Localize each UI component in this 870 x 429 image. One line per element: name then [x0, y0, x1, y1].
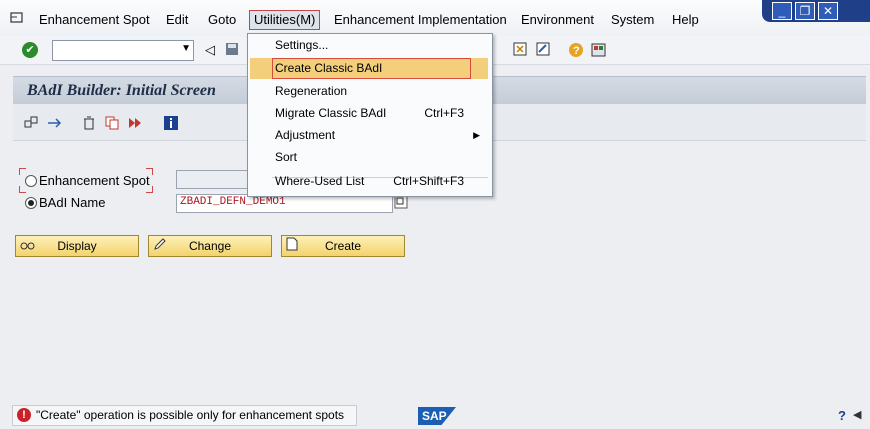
new-document-icon	[286, 237, 298, 257]
page-title: BAdI Builder: Initial Screen	[27, 82, 216, 99]
create-session-icon[interactable]	[535, 42, 551, 58]
menu-item-adjustment[interactable]: Adjustment ▶	[250, 125, 488, 146]
menu-item-label: Where-Used List	[275, 174, 365, 188]
enhancement-spot-radio[interactable]	[25, 175, 37, 187]
menu-enhancement-spot[interactable]: Enhancement Spot	[39, 12, 150, 28]
menu-item-settings[interactable]: Settings...	[250, 35, 488, 56]
window-controls: _ ❐ ✕	[762, 0, 870, 22]
enhancement-spot-field[interactable]	[176, 170, 258, 189]
minimize-icon[interactable]: _	[772, 2, 792, 20]
menu-item-migrate-classic-badi[interactable]: Migrate Classic BAdI Ctrl+F3	[250, 103, 488, 124]
menu-icon[interactable]	[10, 12, 24, 24]
menu-item-label: Create Classic BAdI	[272, 58, 472, 79]
menu-item-label: Settings...	[275, 38, 329, 52]
copy-icon[interactable]	[104, 115, 120, 131]
value-help-icon[interactable]	[394, 195, 408, 209]
menu-item-label: Sort	[275, 150, 298, 164]
utilities-dropdown: Settings... Create Classic BAdI Regenera…	[247, 33, 493, 197]
menu-item-shortcut: Ctrl+F3	[424, 106, 464, 120]
badi-name-radio[interactable]	[25, 197, 37, 209]
menu-edit[interactable]: Edit	[166, 12, 188, 28]
field-bracket	[19, 186, 26, 193]
menu-item-shortcut: Ctrl+Shift+F3	[393, 174, 464, 188]
restore-icon[interactable]: ❐	[795, 2, 815, 20]
change-button-label: Change	[188, 239, 232, 253]
layout-icon[interactable]	[512, 42, 528, 58]
help-icon[interactable]: ?	[568, 42, 584, 58]
error-icon: !	[17, 408, 31, 422]
display-button[interactable]: Display	[15, 235, 139, 257]
menu-environment[interactable]: Environment	[521, 12, 594, 28]
close-icon[interactable]: ✕	[818, 2, 838, 20]
glasses-icon	[20, 237, 36, 257]
hierarchy-icon[interactable]	[46, 115, 62, 131]
menu-goto[interactable]: Goto	[208, 12, 236, 28]
status-message: "Create" operation is possible only for …	[36, 408, 345, 422]
menu-bar: Enhancement Spot Edit Goto Utilities(M) …	[0, 0, 870, 36]
save-icon[interactable]	[224, 42, 240, 58]
command-field[interactable]: ▼	[52, 40, 194, 61]
pencil-icon	[153, 237, 167, 257]
badi-name-value: ZBADI_DEFN_DEMO1	[180, 196, 286, 208]
rename-icon[interactable]	[127, 115, 143, 131]
create-button[interactable]: Create	[281, 235, 405, 257]
status-bar: ! "Create" operation is possible only fo…	[0, 401, 870, 429]
info-icon[interactable]	[163, 115, 179, 131]
menu-enhancement-implementation[interactable]: Enhancement Implementation	[334, 12, 507, 28]
menu-item-label: Adjustment	[275, 128, 336, 142]
menu-utilities[interactable]: Utilities(M)	[249, 10, 321, 30]
svg-text:?: ?	[573, 45, 580, 57]
delete-icon[interactable]	[81, 115, 97, 131]
enter-check-icon[interactable]: ✔	[22, 42, 38, 58]
menu-item-label: Migrate Classic BAdI	[275, 106, 387, 120]
badi-name-label: BAdI Name	[39, 195, 106, 210]
menu-item-where-used-list[interactable]: Where-Used List Ctrl+Shift+F3	[250, 171, 488, 192]
menu-item-label: Regeneration	[275, 84, 348, 98]
submenu-arrow-icon: ▶	[473, 130, 480, 140]
back-arrow-icon[interactable]: ◁	[202, 42, 218, 58]
menu-item-create-classic-badi[interactable]: Create Classic BAdI	[250, 58, 488, 79]
customize-layout-icon[interactable]	[591, 42, 607, 58]
expand-status-icon[interactable]: ◀	[853, 408, 861, 421]
chevron-down-icon[interactable]: ▼	[181, 43, 191, 54]
enhancement-spot-label: Enhancement Spot	[39, 173, 150, 188]
menu-item-sort[interactable]: Sort	[250, 147, 488, 168]
status-message-box[interactable]: ! "Create" operation is possible only fo…	[12, 405, 357, 426]
menu-item-regeneration[interactable]: Regeneration	[250, 81, 488, 102]
create-button-label: Create	[324, 239, 362, 253]
field-bracket	[19, 168, 26, 175]
other-object-icon[interactable]	[23, 115, 39, 131]
menu-help[interactable]: Help	[672, 12, 699, 28]
help-question-icon[interactable]: ?	[838, 408, 846, 423]
change-button[interactable]: Change	[148, 235, 272, 257]
sap-logo: SAP	[418, 407, 456, 425]
display-button-label: Display	[57, 239, 97, 253]
menu-system[interactable]: System	[611, 12, 654, 28]
